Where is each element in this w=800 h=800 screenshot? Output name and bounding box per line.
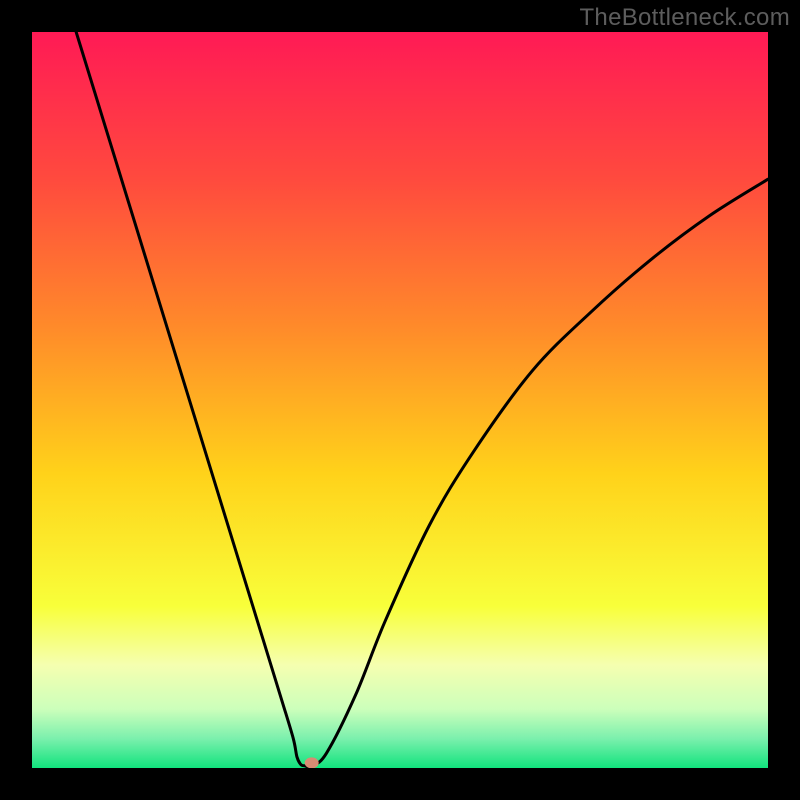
plot-area (32, 32, 768, 768)
gradient-background (32, 32, 768, 768)
chart-svg (32, 32, 768, 768)
watermark-text: TheBottleneck.com (579, 4, 790, 32)
chart-frame: TheBottleneck.com (0, 0, 800, 800)
optimum-marker (305, 757, 319, 768)
